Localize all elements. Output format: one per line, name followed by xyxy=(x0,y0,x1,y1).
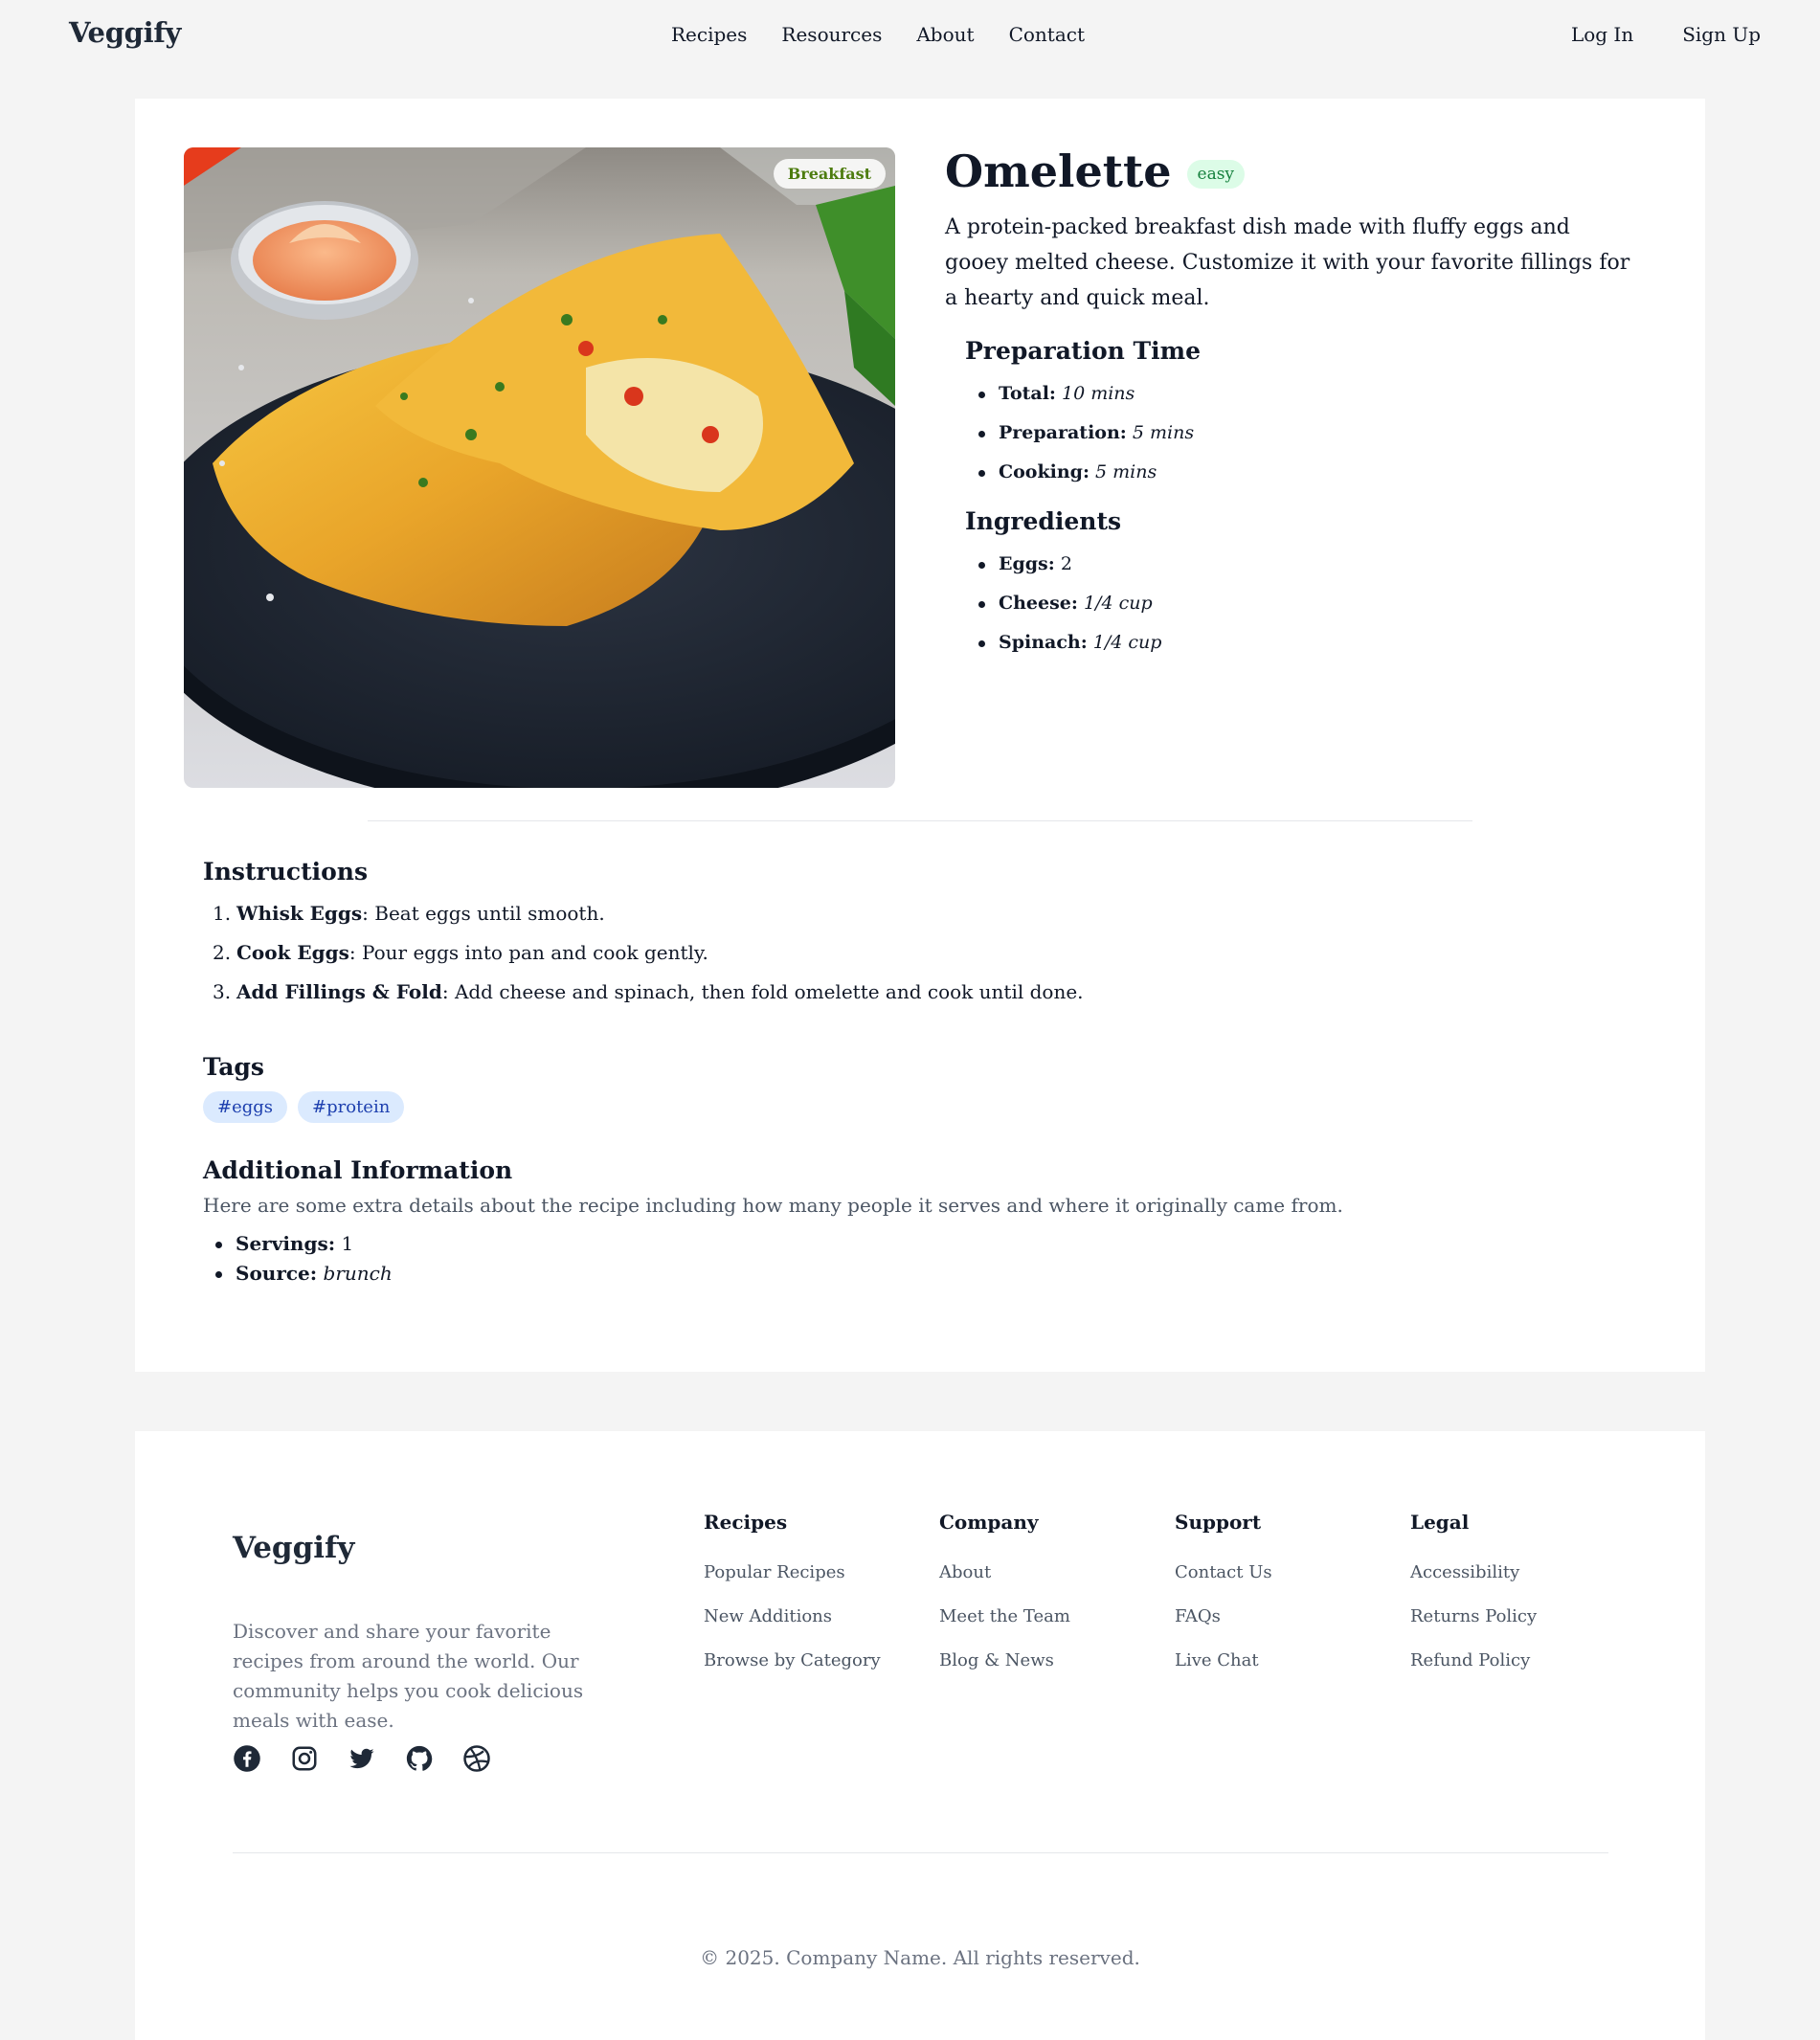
instructions-heading: Instructions xyxy=(203,858,369,885)
footer-col-support: Support Contact Us FAQs Live Chat xyxy=(1175,1511,1395,1694)
servings-item: Servings: 1 xyxy=(215,1229,1639,1259)
footer-col-heading: Support xyxy=(1175,1511,1262,1534)
footer-col-heading: Company xyxy=(939,1511,1039,1534)
recipe-card: Breakfast Omelette easy A protein-packed… xyxy=(135,99,1705,1372)
footer-col-heading: Recipes xyxy=(704,1511,788,1534)
footer-link[interactable]: Popular Recipes xyxy=(704,1562,924,1583)
footer-link[interactable]: Accessibility xyxy=(1410,1562,1630,1583)
site-footer: Veggify Discover and share your favorite… xyxy=(135,1431,1705,2040)
auth-nav: Log In Sign Up xyxy=(1522,23,1761,46)
section-divider xyxy=(368,820,1472,821)
nav-link-about[interactable]: About xyxy=(916,23,974,46)
recipe-image: Breakfast xyxy=(184,147,895,788)
copyright-text: © 2025. Company Name. All rights reserve… xyxy=(700,1946,1140,1969)
footer-link[interactable]: Returns Policy xyxy=(1410,1606,1630,1627)
footer-link[interactable]: New Additions xyxy=(704,1606,924,1627)
footer-link[interactable]: Browse by Category xyxy=(704,1650,924,1671)
recipe-description: A protein-packed breakfast dish made wit… xyxy=(945,214,1630,310)
ingredients-heading: Ingredients xyxy=(965,506,1122,535)
footer-col-recipes: Recipes Popular Recipes New Additions Br… xyxy=(704,1511,924,1694)
footer-link[interactable]: FAQs xyxy=(1175,1606,1395,1627)
tag-list: #eggs #protein xyxy=(203,1091,1639,1123)
footer-col-company: Company About Meet the Team Blog & News xyxy=(939,1511,1159,1694)
signup-link[interactable]: Sign Up xyxy=(1682,23,1761,46)
footer-link[interactable]: Blog & News xyxy=(939,1650,1159,1671)
tags-heading: Tags xyxy=(203,1053,264,1081)
instruction-step: 1. Whisk Eggs: Beat eggs until smooth. xyxy=(213,902,605,925)
main-nav: Recipes Resources About Contact xyxy=(671,23,1119,46)
recipe-info: Omelette easy A protein-packed breakfast… xyxy=(945,147,1653,662)
category-badge: Breakfast xyxy=(773,159,886,189)
preparation-section: Preparation Time Total: 10 mins Preparat… xyxy=(965,337,1653,492)
instagram-icon[interactable] xyxy=(290,1744,319,1773)
footer-col-legal: Legal Accessibility Returns Policy Refun… xyxy=(1410,1511,1630,1694)
dribbble-icon[interactable] xyxy=(462,1744,491,1773)
login-link[interactable]: Log In xyxy=(1571,23,1633,46)
footer-link[interactable]: Live Chat xyxy=(1175,1650,1395,1671)
ingredient-item: Eggs: 2 xyxy=(978,545,1653,584)
source-item: Source: brunch xyxy=(215,1259,1639,1289)
additional-info-list: Servings: 1 Source: brunch xyxy=(215,1229,1639,1289)
tag-protein[interactable]: #protein xyxy=(298,1091,405,1123)
additional-info-text: Here are some extra details about the re… xyxy=(203,1194,1343,1217)
tag-eggs[interactable]: #eggs xyxy=(203,1091,288,1123)
footer-divider xyxy=(233,1852,1608,1853)
footer-description: Discover and share your favorite recipes… xyxy=(233,1620,584,1732)
prep-item-cooking: Cooking: 5 mins xyxy=(978,453,1653,492)
instructions-list: 1. Whisk Eggs: Beat eggs until smooth. 2.… xyxy=(213,894,1639,1012)
difficulty-badge: easy xyxy=(1186,160,1246,190)
top-navbar: Veggify Recipes Resources About Contact … xyxy=(0,0,1820,69)
footer-link[interactable]: Refund Policy xyxy=(1410,1650,1630,1671)
footer-logo[interactable]: Veggify xyxy=(233,1531,354,1565)
ingredient-item: Spinach: 1/4 cup xyxy=(978,623,1653,662)
social-links xyxy=(233,1744,520,1773)
footer-link[interactable]: Contact Us xyxy=(1175,1562,1395,1583)
additional-info-heading: Additional Information xyxy=(203,1156,513,1184)
ingredients-section: Ingredients Eggs: 2 Cheese: 1/4 cup Spin… xyxy=(965,507,1653,662)
footer-link[interactable]: Meet the Team xyxy=(939,1606,1159,1627)
prep-item-preparation: Preparation: 5 mins xyxy=(978,414,1653,453)
recipe-details: Instructions 1. Whisk Eggs: Beat eggs unt… xyxy=(203,858,1639,1289)
twitter-icon[interactable] xyxy=(348,1744,376,1773)
nav-link-resources[interactable]: Resources xyxy=(781,23,882,46)
facebook-icon[interactable] xyxy=(233,1744,261,1773)
instruction-step: 3. Add Fillings & Fold: Add cheese and sp… xyxy=(213,980,1084,1003)
ingredient-item: Cheese: 1/4 cup xyxy=(978,584,1653,623)
github-icon[interactable] xyxy=(405,1744,434,1773)
footer-link[interactable]: About xyxy=(939,1562,1159,1583)
nav-link-contact[interactable]: Contact xyxy=(1009,23,1085,46)
instruction-step: 2. Cook Eggs: Pour eggs into pan and cook… xyxy=(213,941,708,964)
site-logo[interactable]: Veggify xyxy=(69,16,181,49)
footer-col-heading: Legal xyxy=(1410,1511,1470,1534)
prep-item-total: Total: 10 mins xyxy=(978,374,1653,414)
preparation-heading: Preparation Time xyxy=(965,336,1201,365)
nav-link-recipes[interactable]: Recipes xyxy=(671,23,747,46)
recipe-title: Omelette xyxy=(945,146,1172,197)
